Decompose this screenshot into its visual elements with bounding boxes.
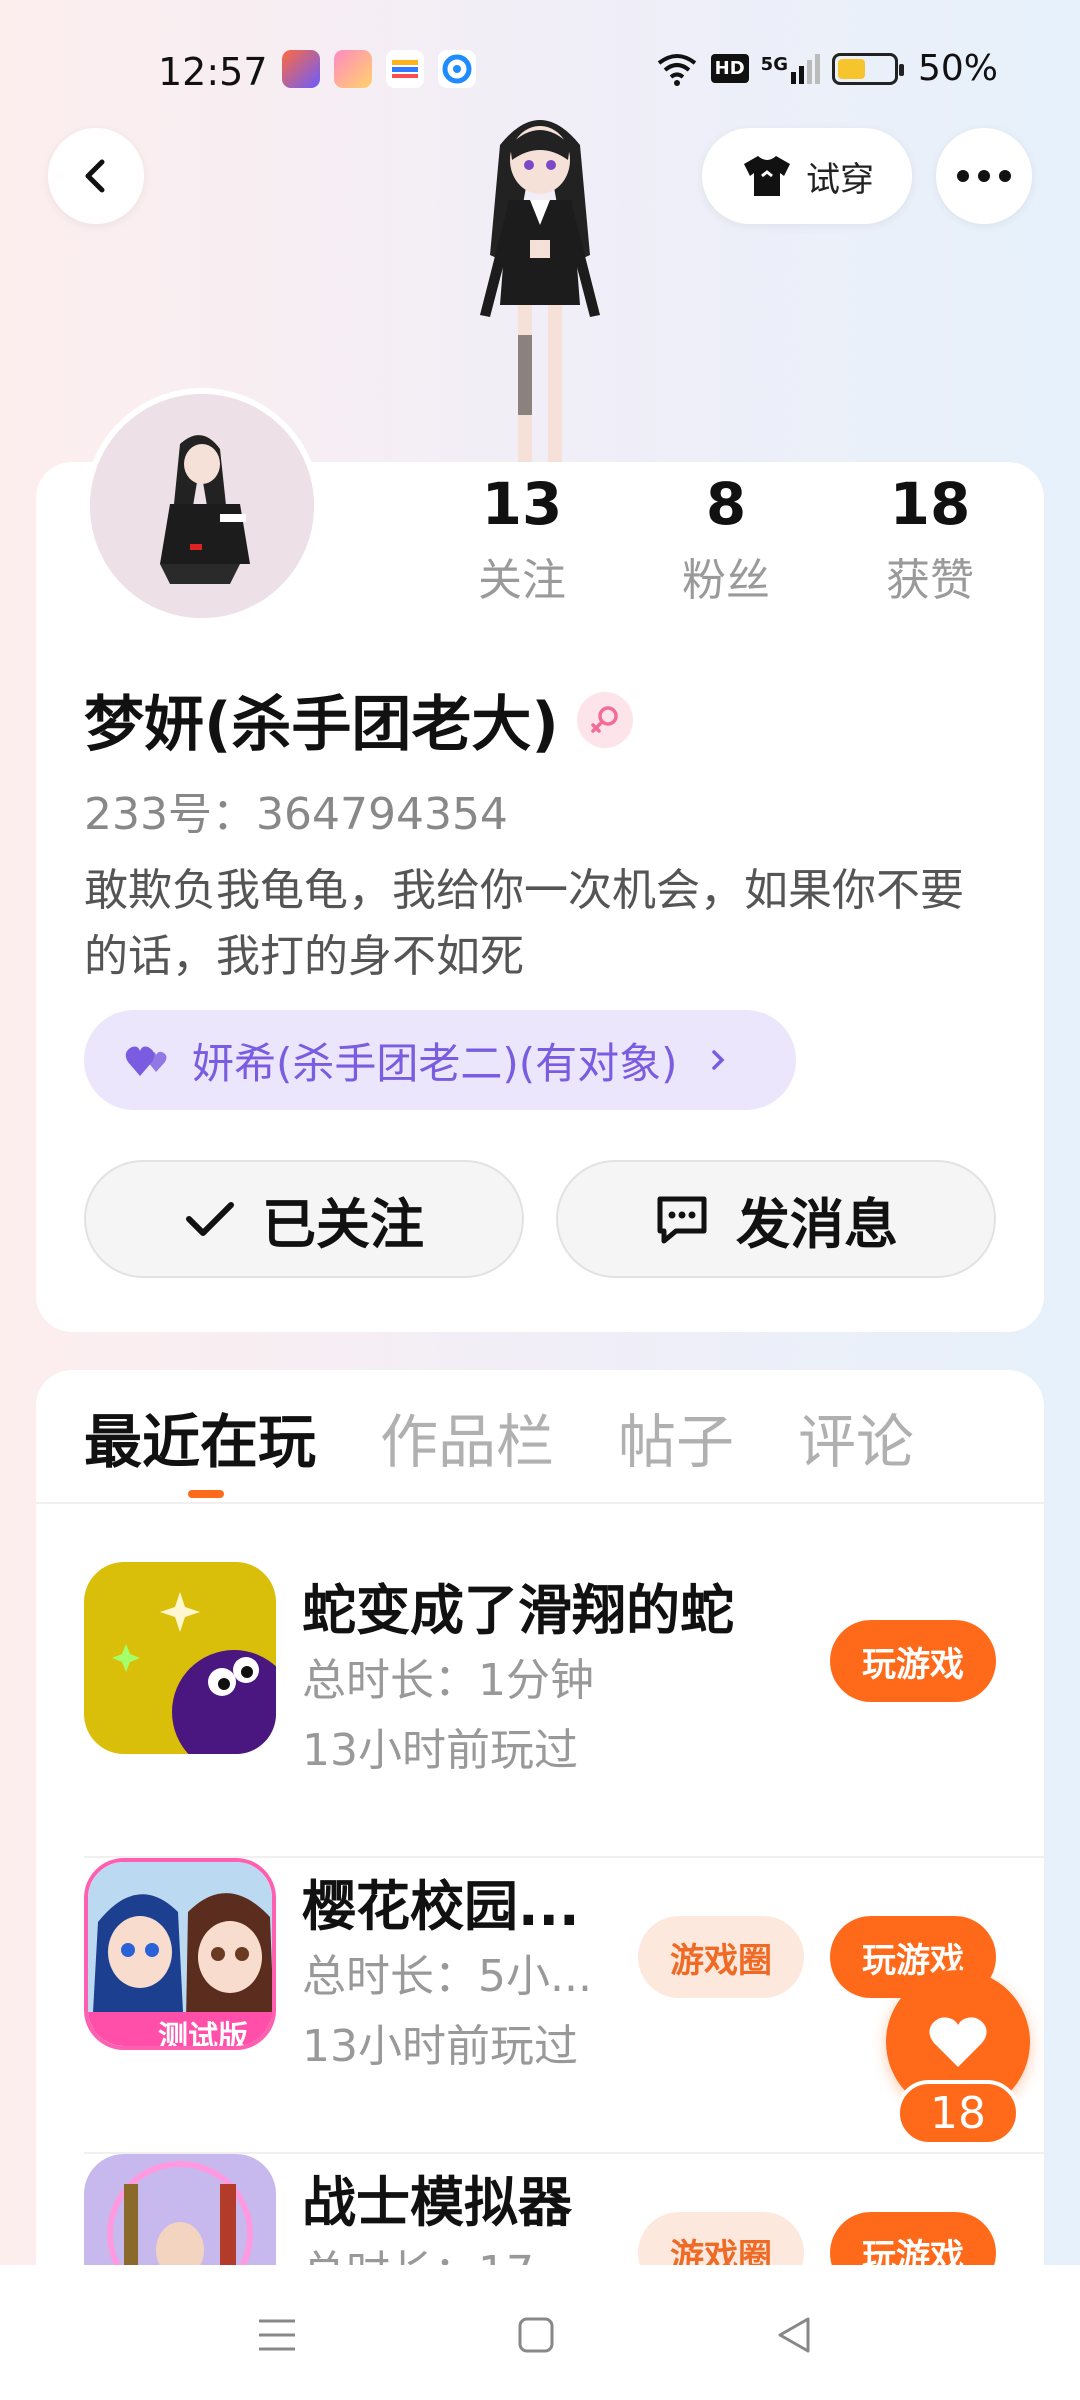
tab-recently-played[interactable]: 最近在玩 (84, 1395, 316, 1479)
game-notification-icon (334, 50, 372, 88)
more-icon (957, 170, 1011, 182)
heart-icon (929, 2017, 987, 2067)
back-nav-button[interactable] (764, 2305, 824, 2365)
status-icons: HD 5G 50% (655, 48, 998, 89)
system-nav-bar (0, 2265, 1080, 2400)
username-row: 梦妍(杀手团老大) (84, 676, 633, 763)
tabs-divider (36, 1502, 1044, 1504)
likes-label: 获赞 (886, 555, 974, 606)
profile-stats: 13 关注 8 粉丝 18 获赞 (420, 470, 1040, 608)
tab-works[interactable]: 作品栏 (380, 1395, 554, 1479)
wifi-icon (657, 53, 696, 86)
battery-percent: 50% (917, 48, 998, 89)
active-tab-indicator (188, 1490, 224, 1498)
beta-badge: 测试版 (158, 2020, 248, 2050)
more-button[interactable] (936, 128, 1032, 224)
avatar[interactable] (84, 388, 320, 624)
following-count: 13 (481, 470, 563, 538)
user-bio: 敢欺负我龟龟，我给你一次机会，如果你不要的话，我打的身不如死 (84, 865, 964, 982)
snake-game-icon (84, 1562, 276, 1754)
back-button[interactable] (48, 128, 144, 224)
send-message-button[interactable]: 发消息 (556, 1160, 996, 1278)
profile-tabs: 最近在玩 作品栏 帖子 评论 (84, 1395, 914, 1479)
partner-link[interactable]: 妍希(杀手团老二)(有对象) (84, 1010, 796, 1110)
game-row[interactable]: 蛇变成了滑翔的蛇 总时长：1分钟 13小时前玩过 玩游戏 (84, 1562, 1044, 1858)
avatar-image (90, 394, 314, 618)
followers-label: 粉丝 (682, 555, 770, 606)
home-square-icon (518, 2317, 554, 2353)
wallet-notification-icon (386, 50, 424, 88)
chevron-right-icon (711, 1050, 725, 1070)
chat-bubble-icon (657, 1196, 707, 1244)
like-count: 18 (896, 2080, 1020, 2146)
signal-icon: 5G (761, 53, 820, 84)
battery-icon (831, 52, 904, 85)
game-title: 蛇变成了滑翔的蛇 (302, 1579, 734, 1642)
hd-icon: HD (710, 54, 749, 83)
following-button[interactable]: 已关注 (84, 1160, 524, 1278)
following-stat[interactable]: 13 关注 (420, 470, 624, 608)
try-on-button[interactable]: 试穿 (702, 128, 912, 224)
following-label: 关注 (478, 555, 566, 606)
game-title: 战士模拟器 (302, 2171, 572, 2234)
followers-count: 8 (705, 470, 747, 538)
following-button-label: 已关注 (262, 1192, 424, 1256)
game-last-played: 13小时前玩过 (302, 2021, 578, 2072)
menu-icon (259, 2319, 295, 2351)
back-triangle-icon (778, 2317, 810, 2353)
game-last-played: 13小时前玩过 (302, 1725, 578, 1776)
home-nav-button[interactable] (506, 2305, 566, 2365)
try-on-label: 试穿 (806, 159, 874, 200)
check-icon (186, 1202, 234, 1236)
followers-stat[interactable]: 8 粉丝 (624, 470, 828, 608)
avatar-character-image (480, 120, 600, 465)
send-message-label: 发消息 (736, 1192, 898, 1256)
sakura-school-game-icon: 测试版 (84, 1858, 276, 2050)
game-duration: 总时长：5小... (302, 1951, 592, 2002)
menu-nav-button[interactable] (247, 2305, 307, 2365)
status-time: 12:57 (158, 50, 268, 94)
play-game-button[interactable]: 玩游戏 (830, 1620, 996, 1702)
game-circle-button[interactable]: 游戏圈 (638, 1916, 804, 1998)
tshirt-icon (744, 156, 790, 196)
female-gender-icon (576, 691, 633, 748)
back-arrow-icon (85, 159, 105, 193)
partner-name: 妍希(杀手团老二)(有对象) (192, 1038, 678, 1088)
user-id: 233号：364794354 (84, 789, 508, 840)
browser-notification-icon (438, 50, 476, 88)
username: 梦妍(杀手团老大) (84, 690, 559, 760)
likes-stat[interactable]: 18 获赞 (828, 470, 1032, 608)
tab-comments[interactable]: 评论 (798, 1395, 914, 1479)
double-heart-icon (125, 1046, 167, 1076)
game-title: 樱花校园... (302, 1875, 580, 1938)
likes-count: 18 (889, 470, 971, 538)
game-duration: 总时长：1分钟 (302, 1655, 594, 1706)
app-notification-icon (282, 50, 320, 88)
tab-posts[interactable]: 帖子 (618, 1395, 734, 1479)
